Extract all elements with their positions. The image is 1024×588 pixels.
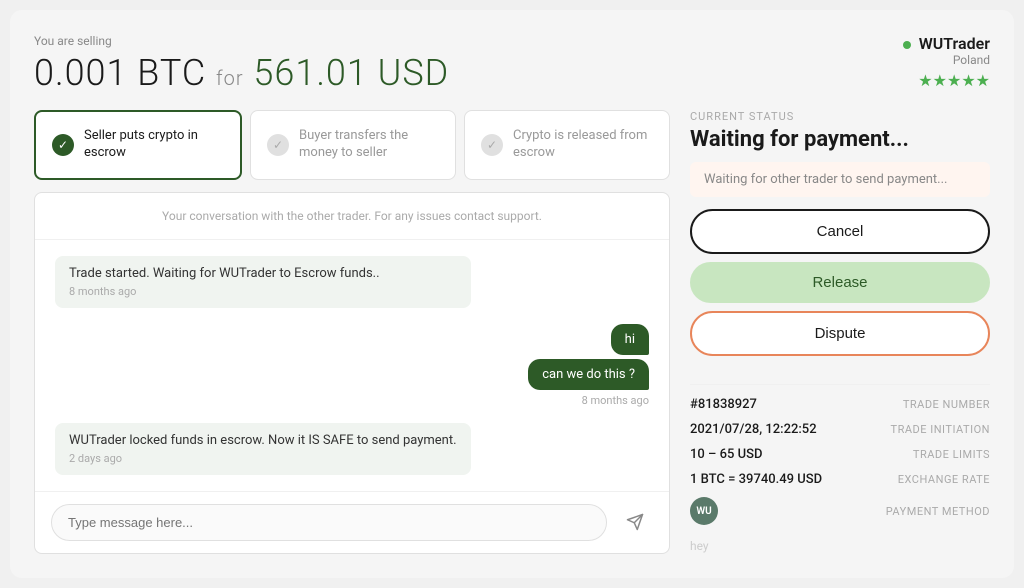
trade-number-value: #81838927 — [690, 397, 757, 412]
cancel-button[interactable]: Cancel — [690, 209, 990, 254]
step-1-label: Seller puts crypto in escrow — [84, 128, 224, 162]
list-item: WUTrader locked funds in escrow. Now it … — [55, 423, 649, 475]
trade-initiation-label: TRADE INITIATION — [891, 423, 991, 436]
step-3: ✓ Crypto is released from escrow — [464, 110, 670, 180]
bubble-hi: hi — [611, 324, 649, 355]
system-message-2: WUTrader locked funds in escrow. Now it … — [55, 423, 471, 475]
online-indicator — [903, 41, 911, 49]
step-2-icon: ✓ — [267, 134, 289, 156]
btc-amount: 0.001 BTC — [34, 52, 206, 94]
right-panel: CURRENT STATUS Waiting for payment... Wa… — [690, 110, 990, 554]
system-message-2-time: 2 days ago — [69, 452, 457, 465]
usd-price: 561.01 USD — [253, 52, 449, 94]
step-3-icon: ✓ — [481, 134, 503, 156]
payment-method-row: WU PAYMENT METHOD — [690, 497, 990, 525]
current-status-label: CURRENT STATUS — [690, 110, 990, 123]
step-1: ✓ Seller puts crypto in escrow — [34, 110, 242, 180]
system-message-1-time: 8 months ago — [69, 285, 457, 298]
send-button[interactable] — [617, 504, 653, 540]
system-message-1-text: Trade started. Waiting for WUTrader to E… — [69, 266, 457, 281]
trade-limits-row: 10 – 65 USD TRADE LIMITS — [690, 447, 990, 462]
bubble-time: 8 months ago — [582, 394, 649, 407]
trade-initiation-row: 2021/07/28, 12:22:52 TRADE INITIATION — [690, 422, 990, 437]
chat-messages: Trade started. Waiting for WUTrader to E… — [35, 240, 669, 491]
system-message-1: Trade started. Waiting for WUTrader to E… — [55, 256, 471, 308]
release-button[interactable]: Release — [690, 262, 990, 303]
payment-avatar: WU — [690, 497, 718, 525]
exchange-rate-row: 1 BTC = 39740.49 USD EXCHANGE RATE — [690, 472, 990, 487]
status-title: Waiting for payment... — [690, 127, 990, 152]
trade-number-row: #81838927 TRADE NUMBER — [690, 397, 990, 412]
chat-header-text: Your conversation with the other trader.… — [35, 193, 669, 240]
step-3-label: Crypto is released from escrow — [513, 128, 653, 162]
main-container: You are selling 0.001 BTC for 561.01 USD… — [10, 10, 1014, 578]
trader-name: WUTrader — [919, 34, 990, 53]
step-2-label: Buyer transfers the money to seller — [299, 128, 439, 162]
trade-details: #81838927 TRADE NUMBER 2021/07/28, 12:22… — [690, 384, 990, 553]
dispute-button[interactable]: Dispute — [690, 311, 990, 356]
left-panel: ✓ Seller puts crypto in escrow ✓ Buyer t… — [34, 110, 670, 554]
chat-panel: Your conversation with the other trader.… — [34, 192, 670, 554]
step-2: ✓ Buyer transfers the money to seller — [250, 110, 456, 180]
trader-country: Poland — [903, 53, 990, 67]
trader-name-row: WUTrader — [903, 34, 990, 53]
system-message-2-text: WUTrader locked funds in escrow. Now it … — [69, 433, 457, 448]
step-1-icon: ✓ — [52, 134, 74, 156]
chat-input[interactable] — [51, 504, 607, 541]
steps-row: ✓ Seller puts crypto in escrow ✓ Buyer t… — [34, 110, 670, 180]
selling-info: You are selling 0.001 BTC for 561.01 USD — [34, 34, 449, 94]
chat-input-area — [35, 491, 669, 553]
status-section: CURRENT STATUS Waiting for payment... Wa… — [690, 110, 990, 372]
trade-limits-label: TRADE LIMITS — [913, 448, 990, 461]
trade-initiation-value: 2021/07/28, 12:22:52 — [690, 422, 817, 437]
trader-stars: ★★★★★ — [903, 71, 990, 90]
trader-info: WUTrader Poland ★★★★★ — [903, 34, 990, 90]
content-area: ✓ Seller puts crypto in escrow ✓ Buyer t… — [34, 110, 990, 554]
trade-limits-value: 10 – 65 USD — [690, 447, 762, 462]
payment-method-label: PAYMENT METHOD — [886, 505, 990, 518]
header: You are selling 0.001 BTC for 561.01 USD… — [34, 34, 990, 94]
list-item: hi can we do this ? 8 months ago — [528, 324, 649, 407]
payment-sub-text: hey — [690, 539, 990, 553]
exchange-rate-label: EXCHANGE RATE — [898, 473, 990, 486]
selling-amount: 0.001 BTC for 561.01 USD — [34, 52, 449, 94]
list-item: Trade started. Waiting for WUTrader to E… — [55, 256, 649, 308]
bubble-can-we: can we do this ? — [528, 359, 649, 390]
status-message: Waiting for other trader to send payment… — [690, 162, 990, 197]
trade-number-label: TRADE NUMBER — [903, 398, 990, 411]
exchange-rate-value: 1 BTC = 39740.49 USD — [690, 472, 822, 487]
selling-label: You are selling — [34, 34, 449, 48]
action-buttons: Cancel Release Dispute — [690, 209, 990, 356]
for-text: for — [216, 66, 244, 90]
